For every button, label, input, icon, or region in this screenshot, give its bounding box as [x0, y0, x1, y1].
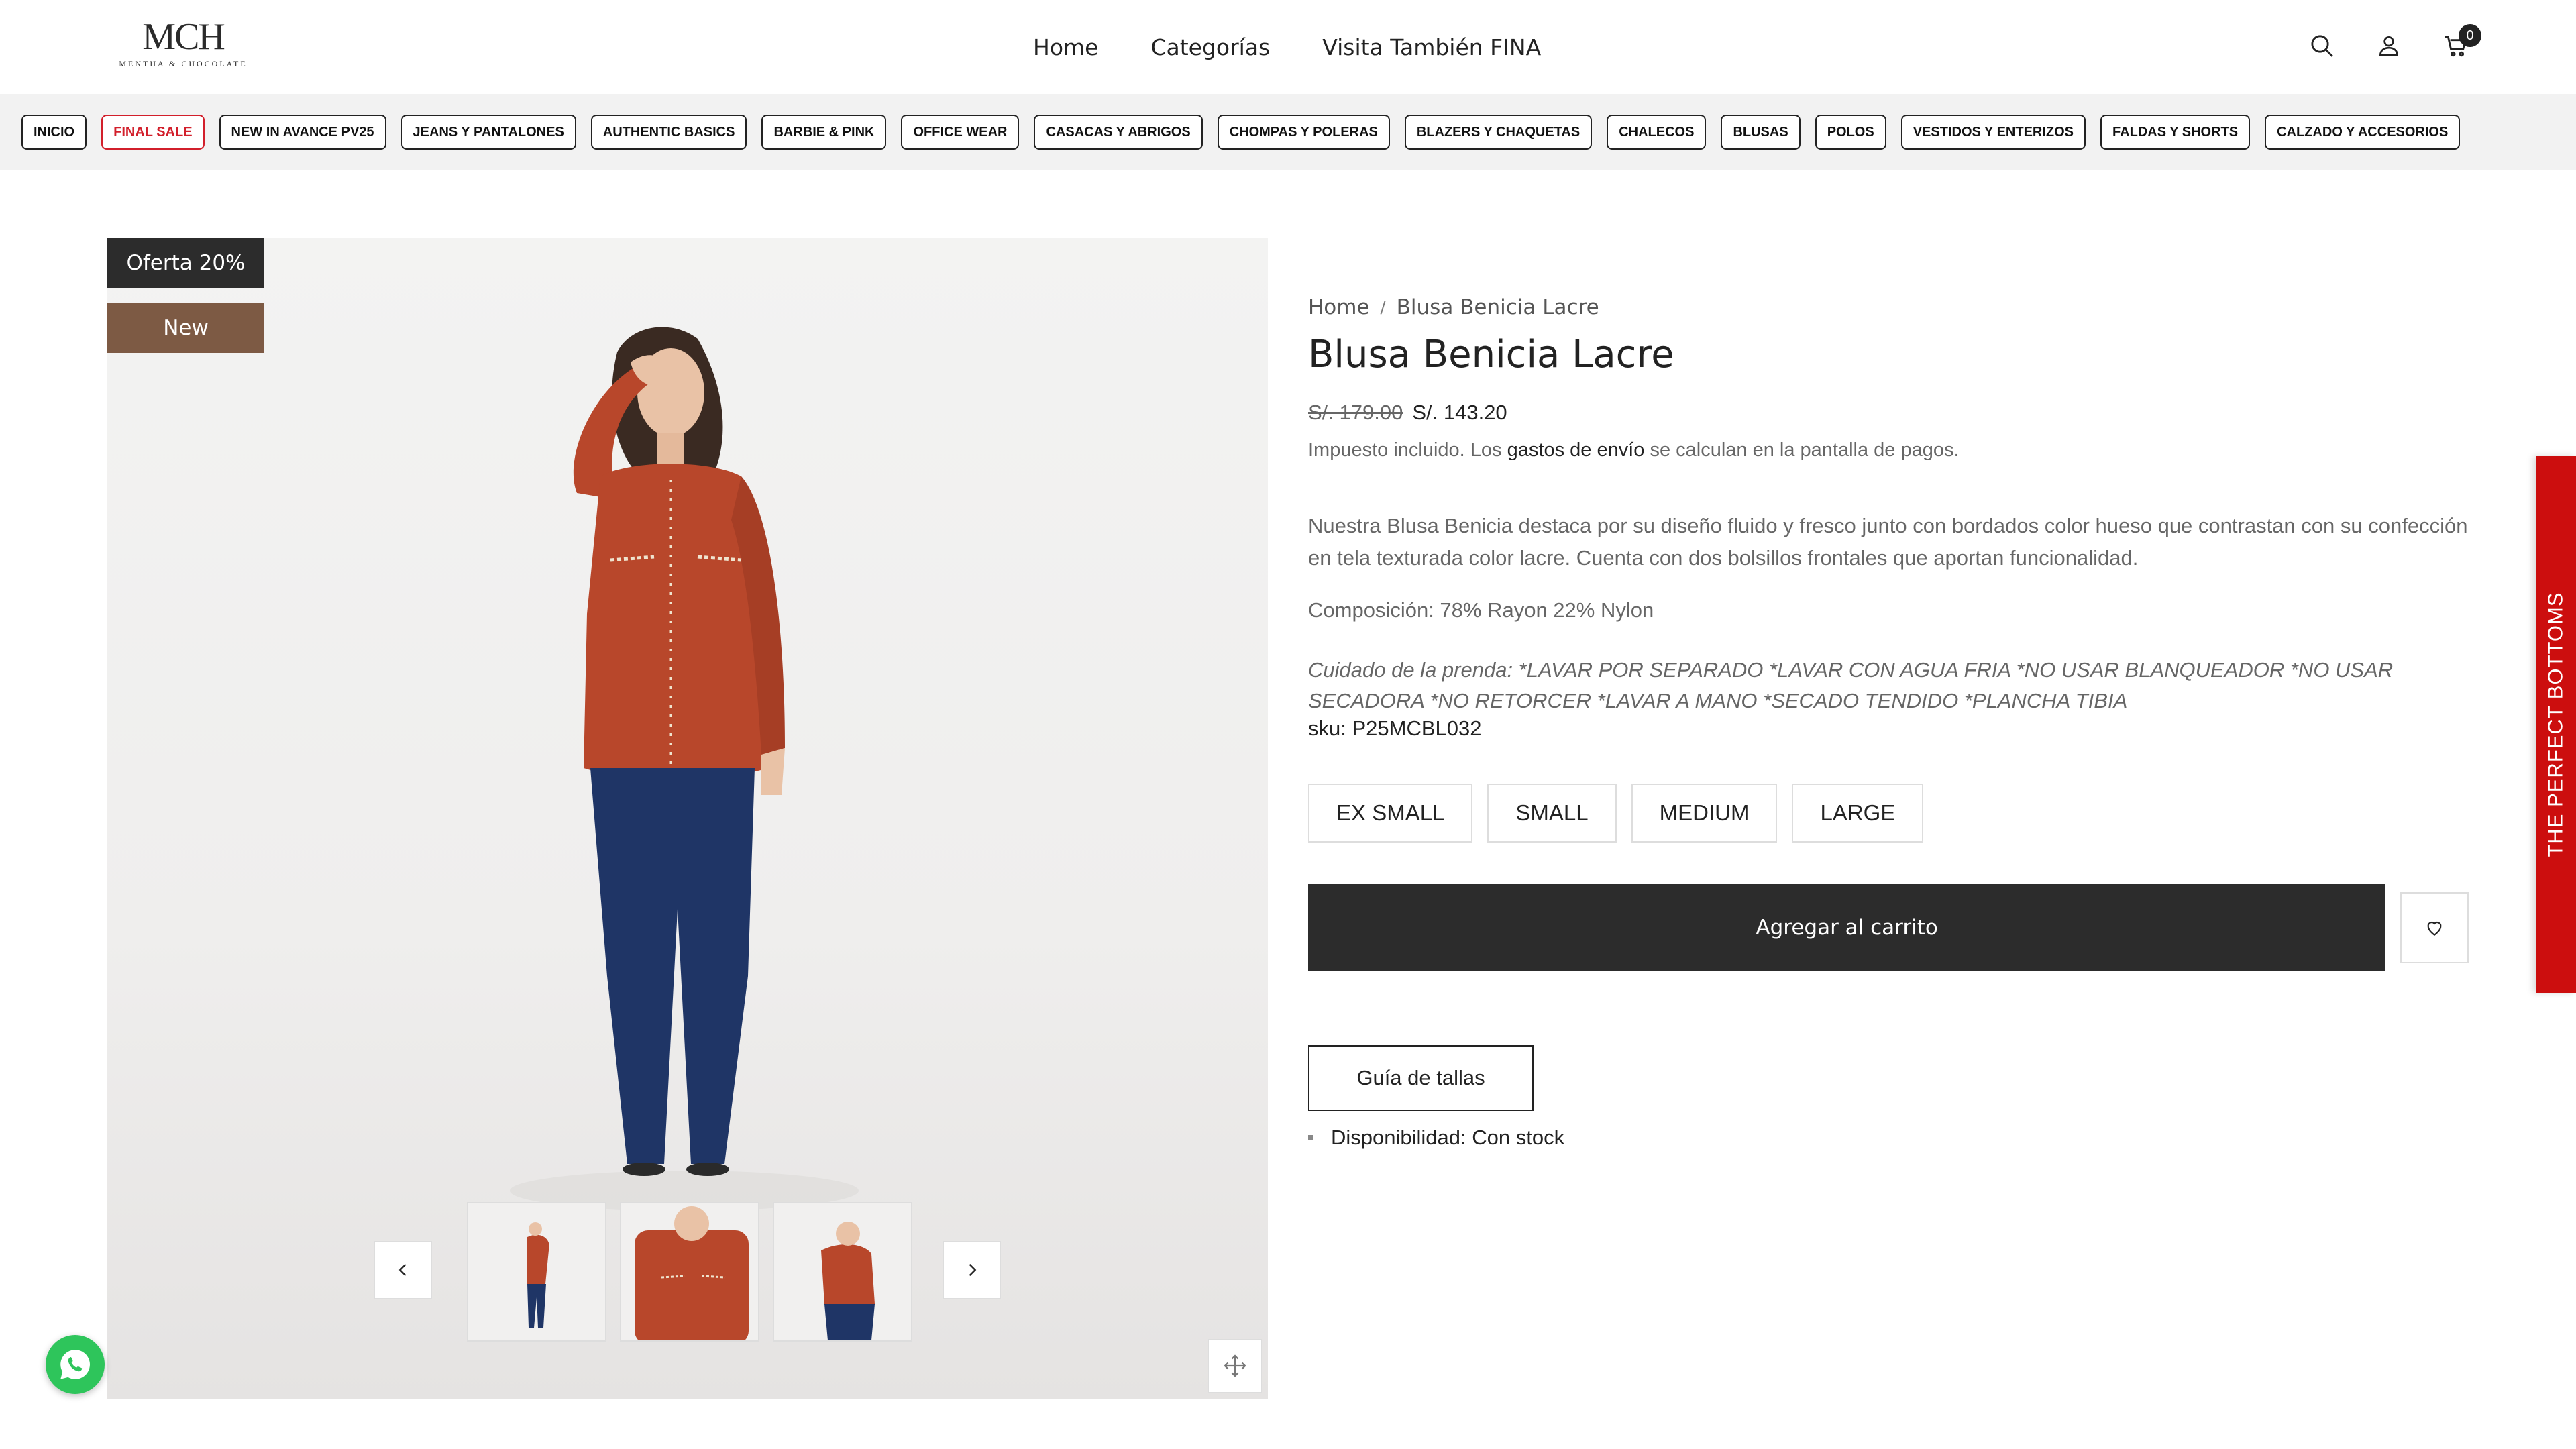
tax-note-post: se calculan en la pantalla de pagos.: [1644, 439, 1960, 461]
size-option-m[interactable]: MEDIUM: [1631, 784, 1778, 843]
price-original: S/. 179.00: [1308, 400, 1403, 424]
product-composition: Composición: 78% Rayon 22% Nylon: [1308, 598, 1654, 622]
breadcrumb-separator: /: [1380, 298, 1386, 317]
category-pill-calzado[interactable]: CALZADO Y ACCESORIOS: [2265, 115, 2461, 150]
price-sale: S/. 143.20: [1412, 400, 1507, 424]
category-pill-chalecos[interactable]: CHALECOS: [1607, 115, 1707, 150]
sale-badge: Oferta 20%: [107, 238, 264, 288]
brand-logo[interactable]: MCH MENTHA & CHOCOLATE: [106, 16, 260, 72]
category-pill-blusas[interactable]: BLUSAS: [1721, 115, 1801, 150]
category-pill-barbie-pink[interactable]: BARBIE & PINK: [761, 115, 887, 150]
header-icons: 0: [2306, 24, 2481, 62]
size-guide-button[interactable]: Guía de tallas: [1308, 1045, 1534, 1111]
side-promo-tab[interactable]: THE PERFECT BOTTOMS: [2536, 456, 2576, 993]
category-pill-faldas[interactable]: FALDAS Y SHORTS: [2100, 115, 2251, 150]
product-sku: sku: P25MCBL032: [1308, 716, 1482, 740]
site-header: MCH MENTHA & CHOCOLATE Home Categorías V…: [0, 0, 2576, 94]
shipping-link[interactable]: gastos de envío: [1507, 439, 1645, 461]
category-pill-casacas[interactable]: CASACAS Y ABRIGOS: [1034, 115, 1203, 150]
product-title: Blusa Benicia Lacre: [1308, 333, 1674, 376]
cart-row: Agregar al carrito: [1308, 884, 2469, 971]
bullet-icon: [1308, 1135, 1313, 1140]
heart-icon[interactable]: [2400, 892, 2469, 963]
side-promo-label: THE PERFECT BOTTOMS: [2544, 592, 2567, 857]
product-care: Cuidado de la prenda: *LAVAR POR SEPARAD…: [1308, 658, 2394, 712]
product-description: Nuestra Blusa Benicia destaca por su dis…: [1308, 514, 2468, 570]
nav-home[interactable]: Home: [1033, 34, 1098, 60]
chevron-right-icon: [969, 1264, 977, 1276]
logo-subtitle: MENTHA & CHOCOLATE: [119, 59, 248, 68]
whatsapp-icon[interactable]: [46, 1335, 105, 1394]
tax-note: Impuesto incluido. Los gastos de envío s…: [1308, 439, 2469, 462]
category-pill-authentic-basics[interactable]: AUTHENTIC BASICS: [590, 115, 747, 150]
gallery-thumbnail-3[interactable]: [773, 1202, 912, 1342]
expand-icon[interactable]: [1208, 1339, 1262, 1393]
breadcrumb-current: Blusa Benicia Lacre: [1396, 295, 1599, 319]
category-pill-jeans[interactable]: JEANS Y PANTALONES: [400, 115, 576, 150]
cart-icon[interactable]: 0: [2440, 24, 2481, 62]
category-pill-office-wear[interactable]: OFFICE WEAR: [901, 115, 1020, 150]
category-pill-final-sale[interactable]: FINAL SALE: [101, 115, 205, 150]
size-option-s[interactable]: SMALL: [1487, 784, 1617, 843]
logo-mark: MCH: [142, 16, 225, 58]
new-badge: New: [107, 303, 264, 353]
tax-note-pre: Impuesto incluido. Los: [1308, 439, 1507, 461]
add-to-cart-button[interactable]: Agregar al carrito: [1308, 884, 2386, 971]
availability-text: Disponibilidad: Con stock: [1331, 1126, 1565, 1149]
category-pill-inicio[interactable]: INICIO: [21, 115, 87, 150]
chevron-left-icon: [398, 1264, 407, 1276]
main-nav: Home Categorías Visita También FINA: [1033, 0, 1541, 94]
product-prices: S/. 179.00 S/. 143.20: [1308, 400, 2469, 425]
category-pill-chompas[interactable]: CHOMPAS Y POLERAS: [1217, 115, 1390, 150]
size-option-l[interactable]: LARGE: [1792, 784, 1924, 843]
availability: Disponibilidad: Con stock: [1308, 1126, 2469, 1150]
product-info: Home / Blusa Benicia Lacre Blusa Benicia…: [1308, 295, 2469, 1150]
category-pill-vestidos[interactable]: VESTIDOS Y ENTERIZOS: [1900, 115, 2086, 150]
size-selector: EX SMALL SMALL MEDIUM LARGE: [1308, 784, 2469, 843]
size-option-xs[interactable]: EX SMALL: [1308, 784, 1473, 843]
breadcrumb: Home / Blusa Benicia Lacre: [1308, 295, 2469, 319]
cart-count-badge: 0: [2459, 24, 2481, 47]
gallery-thumbnail-2[interactable]: [620, 1202, 759, 1342]
search-icon[interactable]: [2306, 30, 2338, 62]
breadcrumb-home[interactable]: Home: [1308, 295, 1370, 319]
gallery-prev-button[interactable]: [374, 1241, 432, 1299]
product-gallery[interactable]: [107, 238, 1268, 1399]
category-pill-blazers[interactable]: BLAZERS Y CHAQUETAS: [1404, 115, 1593, 150]
gallery-thumbnail-1[interactable]: [467, 1202, 606, 1342]
category-bar: INICIO FINAL SALE NEW IN AVANCE PV25 JEA…: [0, 94, 2576, 170]
category-pill-new-in[interactable]: NEW IN AVANCE PV25: [219, 115, 386, 150]
nav-visit-fina[interactable]: Visita También FINA: [1322, 34, 1541, 60]
user-icon[interactable]: [2373, 30, 2405, 62]
category-pill-polos[interactable]: POLOS: [1815, 115, 1886, 150]
nav-categories[interactable]: Categorías: [1150, 34, 1270, 60]
gallery-next-button[interactable]: [943, 1241, 1001, 1299]
